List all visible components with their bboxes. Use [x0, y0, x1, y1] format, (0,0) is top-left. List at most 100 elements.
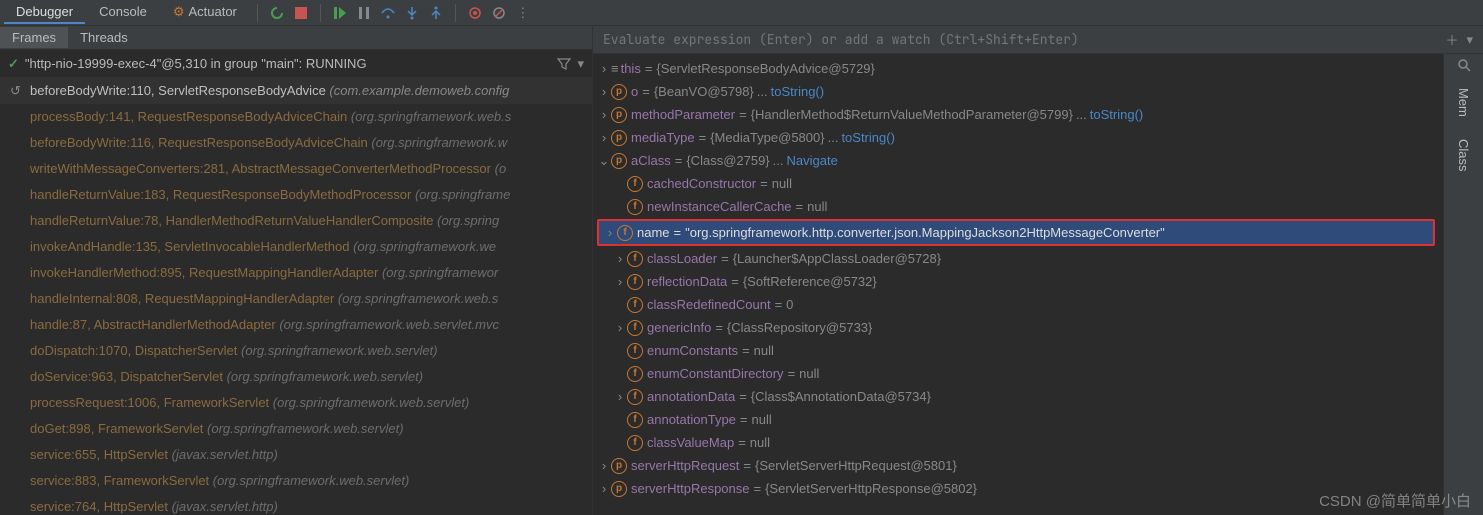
- var-enumconstantdirectory[interactable]: ›fenumConstantDirectory=null: [613, 362, 1443, 385]
- var-this[interactable]: ›≡this={ServletResponseBodyAdvice@5729}: [597, 57, 1443, 80]
- var-classloader[interactable]: ›fclassLoader={Launcher$AppClassLoader@5…: [613, 247, 1443, 270]
- step-out-icon[interactable]: [428, 5, 444, 21]
- var-classredefinedcount[interactable]: ›fclassRedefinedCount=0: [613, 293, 1443, 316]
- view-breakpoints-icon[interactable]: [467, 5, 483, 21]
- frame-method: doDispatch:1070, DispatcherServlet: [30, 343, 237, 358]
- var-name: name: [637, 222, 670, 243]
- var-classvaluemap[interactable]: ›fclassValueMap=null: [613, 431, 1443, 454]
- var-name: reflectionData: [647, 271, 727, 292]
- var-value: {ServletServerHttpRequest@5801}: [755, 455, 957, 476]
- var-value: {ServletServerHttpResponse@5802}: [765, 478, 977, 499]
- stop-icon[interactable]: [293, 5, 309, 21]
- frame-row[interactable]: invokeAndHandle:135, ServletInvocableHan…: [0, 234, 592, 260]
- frame-row[interactable]: doService:963, DispatcherServlet (org.sp…: [0, 364, 592, 390]
- var-value: null: [752, 409, 772, 430]
- frame-location: (org.springframe: [415, 187, 510, 202]
- tostring-link[interactable]: toString(): [1090, 104, 1143, 125]
- tab-actuator-label: Actuator: [188, 4, 236, 19]
- var-value: {Class@2759}: [686, 150, 769, 171]
- add-watch-icon[interactable]: ＋: [1445, 30, 1458, 49]
- var-cachedconstructor[interactable]: ›fcachedConstructor=null: [613, 172, 1443, 195]
- subtab-frames[interactable]: Frames: [0, 27, 68, 48]
- var-genericinfo[interactable]: ›fgenericInfo={ClassRepository@5733}: [613, 316, 1443, 339]
- frame-method: writeWithMessageConverters:281, Abstract…: [30, 161, 491, 176]
- frame-location: (javax.servlet.http): [172, 499, 278, 514]
- tostring-link[interactable]: toString(): [841, 127, 894, 148]
- tab-actuator[interactable]: ⚙Actuator: [161, 1, 249, 25]
- tab-debugger[interactable]: Debugger: [4, 1, 85, 24]
- rerun-icon[interactable]: [269, 5, 285, 21]
- more-icon[interactable]: ⋮: [515, 5, 531, 21]
- tab-memory[interactable]: Mem: [1454, 82, 1473, 123]
- dropdown-icon[interactable]: ▾: [577, 56, 584, 72]
- frame-row[interactable]: service:764, HttpServlet (javax.servlet.…: [0, 494, 592, 515]
- frame-row[interactable]: handleReturnValue:183, RequestResponseBo…: [0, 182, 592, 208]
- var-value: null: [807, 196, 827, 217]
- var-methodparameter[interactable]: ›pmethodParameter={HandlerMethod$ReturnV…: [597, 103, 1443, 126]
- frame-row[interactable]: writeWithMessageConverters:281, Abstract…: [0, 156, 592, 182]
- frame-method: handle:87, AbstractHandlerMethodAdapter: [30, 317, 276, 332]
- frame-row[interactable]: handleInternal:808, RequestMappingHandle…: [0, 286, 592, 312]
- frame-method: invokeHandlerMethod:895, RequestMappingH…: [30, 265, 378, 280]
- var-name: classLoader: [647, 248, 717, 269]
- var-o[interactable]: ›po={BeanVO@5798}...toString(): [597, 80, 1443, 103]
- thread-selector[interactable]: ✓ "http-nio-19999-exec-4"@5,310 in group…: [0, 50, 592, 78]
- var-value: {MediaType@5800}: [710, 127, 824, 148]
- var-value: null: [750, 432, 770, 453]
- resume-icon[interactable]: [332, 5, 348, 21]
- frame-row[interactable]: doGet:898, FrameworkServlet (org.springf…: [0, 416, 592, 442]
- navigate-link[interactable]: Navigate: [787, 150, 838, 171]
- var-serverhttprequest[interactable]: ›pserverHttpRequest={ServletServerHttpRe…: [597, 454, 1443, 477]
- frame-row[interactable]: beforeBodyWrite:110, ServletResponseBody…: [0, 78, 592, 104]
- var-newinstancecallercache[interactable]: ›fnewInstanceCallerCache=null: [613, 195, 1443, 218]
- frame-row[interactable]: handle:87, AbstractHandlerMethodAdapter …: [0, 312, 592, 338]
- frame-row[interactable]: processBody:141, RequestResponseBodyAdvi…: [0, 104, 592, 130]
- tab-console[interactable]: Console: [87, 1, 159, 24]
- expand-icon[interactable]: ▾: [1466, 32, 1473, 48]
- main-area: Frames Threads ✓ "http-nio-19999-exec-4"…: [0, 26, 1483, 515]
- pause-icon[interactable]: [356, 5, 372, 21]
- var-enumconstants[interactable]: ›fenumConstants=null: [613, 339, 1443, 362]
- var-aclass[interactable]: ⌄paClass={Class@2759}...Navigate: [597, 149, 1443, 172]
- frame-method: beforeBodyWrite:116, RequestResponseBody…: [30, 135, 368, 150]
- var-name-highlighted[interactable]: ›fname="org.springframework.http.convert…: [597, 219, 1435, 246]
- frame-location: (org.springframework.web.servlet): [227, 369, 424, 384]
- step-into-icon[interactable]: [404, 5, 420, 21]
- var-name: enumConstantDirectory: [647, 363, 784, 384]
- subtab-threads[interactable]: Threads: [68, 27, 140, 48]
- mute-breakpoints-icon[interactable]: [491, 5, 507, 21]
- frame-row[interactable]: doDispatch:1070, DispatcherServlet (org.…: [0, 338, 592, 364]
- var-mediatype[interactable]: ›pmediaType={MediaType@5800}...toString(…: [597, 126, 1443, 149]
- var-value: {BeanVO@5798}: [654, 81, 754, 102]
- frame-row[interactable]: processRequest:1006, FrameworkServlet (o…: [0, 390, 592, 416]
- var-name: enumConstants: [647, 340, 738, 361]
- frame-row[interactable]: service:883, FrameworkServlet (org.sprin…: [0, 468, 592, 494]
- var-value: {SoftReference@5732}: [743, 271, 877, 292]
- tab-classes[interactable]: Class: [1454, 133, 1473, 178]
- variables-tree[interactable]: ›≡this={ServletResponseBodyAdvice@5729} …: [593, 54, 1483, 515]
- var-annotationdata[interactable]: ›fannotationData={Class$AnnotationData@5…: [613, 385, 1443, 408]
- frame-location: (org.springframework.web.s: [351, 109, 511, 124]
- filter-icon[interactable]: [557, 57, 571, 71]
- evaluate-input[interactable]: [603, 31, 1437, 48]
- check-icon: ✓: [8, 56, 19, 72]
- var-name: serverHttpResponse: [631, 478, 750, 499]
- frame-row[interactable]: handleReturnValue:78, HandlerMethodRetur…: [0, 208, 592, 234]
- frame-method: handleReturnValue:78, HandlerMethodRetur…: [30, 213, 434, 228]
- var-annotationtype[interactable]: ›fannotationType=null: [613, 408, 1443, 431]
- var-name: aClass: [631, 150, 671, 171]
- left-subtabs: Frames Threads: [0, 26, 592, 50]
- search-icon[interactable]: [1457, 58, 1471, 72]
- var-serverhttpresponse[interactable]: ›pserverHttpResponse={ServletServerHttpR…: [597, 477, 1443, 500]
- frame-row[interactable]: invokeHandlerMethod:895, RequestMappingH…: [0, 260, 592, 286]
- right-side-tabs: Mem Class: [1443, 54, 1483, 515]
- var-reflectiondata[interactable]: ›freflectionData={SoftReference@5732}: [613, 270, 1443, 293]
- frame-row[interactable]: beforeBodyWrite:116, RequestResponseBody…: [0, 130, 592, 156]
- tostring-link[interactable]: toString(): [771, 81, 824, 102]
- frame-method: service:883, FrameworkServlet: [30, 473, 209, 488]
- frame-method: processRequest:1006, FrameworkServlet: [30, 395, 269, 410]
- step-over-icon[interactable]: [380, 5, 396, 21]
- frames-list[interactable]: beforeBodyWrite:110, ServletResponseBody…: [0, 78, 592, 515]
- frame-row[interactable]: service:655, HttpServlet (javax.servlet.…: [0, 442, 592, 468]
- var-value: {ClassRepository@5733}: [727, 317, 872, 338]
